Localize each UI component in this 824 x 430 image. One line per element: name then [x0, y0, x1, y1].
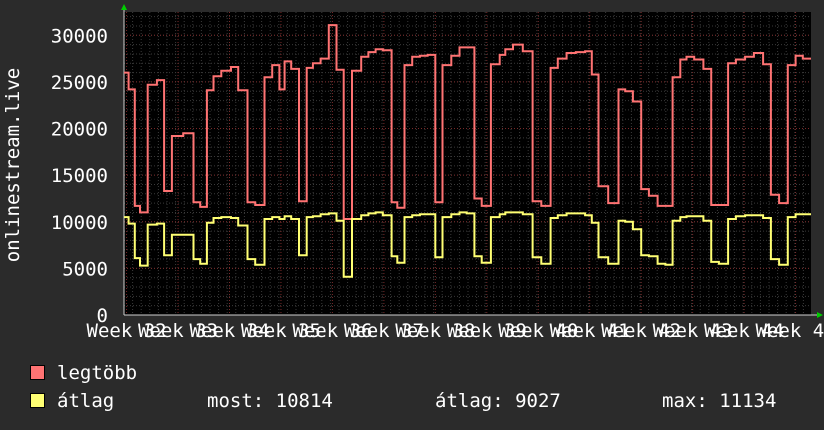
stat-now-value: 10814	[275, 390, 333, 412]
legend-item-max: legtöbb	[30, 362, 137, 384]
legend-swatch-max	[30, 365, 45, 380]
y-tick-label: 30000	[51, 25, 108, 47]
chart-window: 0 5000 10000 15000 20000 25000 30000 Week 32 Wee…	[0, 0, 824, 430]
y-tick-label: 25000	[51, 72, 108, 94]
stat-now-label: most:	[207, 390, 265, 412]
grid	[124, 12, 811, 315]
y-tick-label: 15000	[51, 165, 108, 187]
x-axis-arrow	[817, 312, 823, 318]
stat-avg-label: átlag:	[435, 390, 504, 412]
x-tick-label: Week 45	[756, 320, 824, 342]
legend-item-avg: átlag most: 10814 átlag: 9027 max: 11134	[30, 390, 810, 412]
legend-swatch-avg	[30, 393, 45, 408]
y-tick-label: 20000	[51, 119, 108, 141]
y-axis-label: onlinestream.live	[2, 68, 24, 262]
y-tick-label: 5000	[62, 258, 108, 280]
stat-now: most: 10814	[207, 390, 333, 412]
y-axis-arrow	[121, 4, 127, 10]
y-tick-label: 10000	[51, 212, 108, 234]
stat-avg: átlag: 9027	[435, 390, 561, 412]
stat-max: max: 11134	[662, 390, 776, 412]
stat-avg-value: 9027	[515, 390, 561, 412]
legend-label-max: legtöbb	[57, 362, 138, 384]
stat-max-value: 11134	[719, 390, 777, 412]
legend-label-avg: átlag	[57, 390, 115, 412]
stat-max-label: max:	[662, 390, 708, 412]
